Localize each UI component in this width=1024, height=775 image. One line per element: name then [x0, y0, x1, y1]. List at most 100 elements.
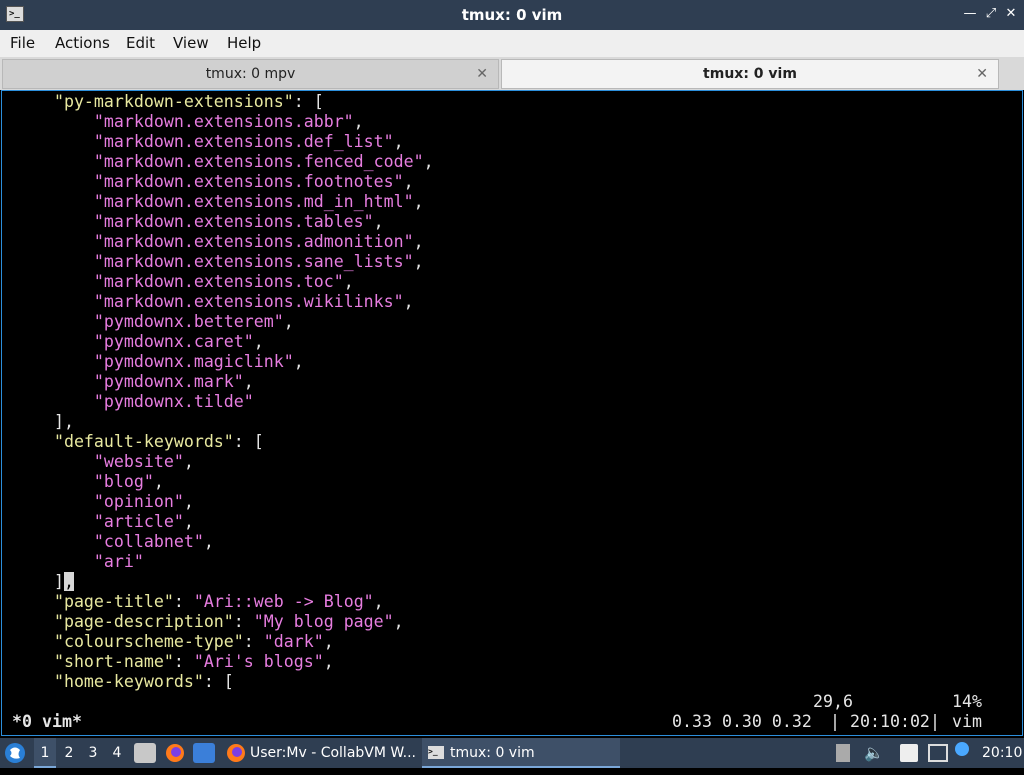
editor-line: "colourscheme-type": "dark", [14, 632, 334, 652]
tab-label: tmux: 0 mpv [205, 66, 296, 82]
editor-line: "website", [14, 452, 194, 472]
code-token: "markdown.extensions.admonition" [14, 232, 414, 251]
editor-line: "page-description": "My blog page", [14, 612, 404, 632]
editor-line: "markdown.extensions.toc", [14, 272, 354, 292]
editor-line: "page-title": "Ari::web -> Blog", [14, 592, 384, 612]
editor-line: "py-markdown-extensions": [ [14, 92, 324, 112]
tab-mpv[interactable]: tmux: 0 mpv ✕ [2, 59, 499, 89]
eject-icon[interactable] [836, 744, 850, 762]
code-token: "default-keywords" [14, 432, 234, 451]
close-icon[interactable]: ✕ [1003, 6, 1019, 22]
volume-icon[interactable]: 🔈 [864, 744, 884, 762]
workspace-3[interactable]: 3 [82, 738, 104, 768]
taskbar-window-terminal[interactable]: >_ tmux: 0 vim [422, 738, 620, 768]
editor-line: "default-keywords": [ [14, 432, 264, 452]
code-token: ] [14, 572, 64, 591]
tmux-window-indicator[interactable]: *0 vim* [12, 712, 82, 732]
code-token: : [ [203, 672, 234, 691]
code-token: "Ari's blogs" [193, 652, 324, 671]
editor-cursor: , [63, 572, 74, 591]
vim-ruler-percent: 14% [952, 692, 982, 711]
menu-view[interactable]: View [173, 30, 209, 57]
editor-line: ], [14, 412, 74, 432]
editor-line: "pymdownx.magiclink", [14, 352, 304, 372]
tmux-separator: | [830, 712, 840, 731]
tmux-time: 20:10:02 [850, 712, 930, 731]
menu-bar: File Actions Edit View Help [0, 30, 1024, 57]
code-token: , [413, 232, 424, 251]
editor-line: "markdown.extensions.wikilinks", [14, 292, 414, 312]
taskbar-clock[interactable]: 20:10 [982, 738, 1022, 768]
menu-edit[interactable]: Edit [126, 30, 155, 57]
firefox-icon[interactable] [164, 743, 186, 763]
menu-help[interactable]: Help [227, 30, 261, 57]
terminal-area[interactable]: 29,6 14% *0 vim* 0.33 0.30 0.32 | 20:10:… [1, 90, 1023, 736]
code-token: "pymdownx.caret" [14, 332, 254, 351]
code-token: , [183, 492, 194, 511]
code-token: "markdown.extensions.md_in_html" [14, 192, 414, 211]
tab-label: tmux: 0 vim [703, 66, 797, 82]
workspace-2[interactable]: 2 [58, 738, 80, 768]
code-token: "markdown.extensions.tables" [14, 212, 374, 231]
code-token: , [343, 272, 354, 291]
code-token: "collabnet" [14, 532, 204, 551]
terminal-icon: >_ [428, 746, 444, 759]
code-token: , [203, 532, 214, 551]
firefox-icon [227, 744, 245, 762]
minimize-icon[interactable]: — [962, 6, 978, 22]
editor-line: "markdown.extensions.admonition", [14, 232, 424, 252]
code-token: , [413, 252, 424, 271]
start-menu-icon[interactable] [4, 742, 26, 764]
notification-icon[interactable] [955, 742, 969, 756]
code-token: , [183, 512, 194, 531]
code-token: , [403, 292, 414, 311]
code-token: , [403, 172, 414, 191]
workspace-4[interactable]: 4 [106, 738, 128, 768]
editor-line: "home-keywords": [ [14, 672, 234, 692]
window-title: tmux: 0 vim [461, 6, 563, 24]
workspace-1[interactable]: 1 [34, 738, 56, 768]
menu-file[interactable]: File [10, 30, 35, 57]
code-token: "short-name" [14, 652, 174, 671]
file-manager-icon[interactable] [134, 743, 156, 763]
editor-line: "pymdownx.tilde" [14, 392, 254, 412]
taskbar-window-label: tmux: 0 vim [450, 745, 535, 761]
code-token: "pymdownx.tilde" [14, 392, 254, 411]
tab-close-icon[interactable]: ✕ [976, 60, 988, 88]
editor-line: ], [14, 572, 74, 592]
code-token: : [243, 632, 264, 651]
code-token: ], [14, 412, 74, 431]
code-token: "pymdownx.betterem" [14, 312, 284, 331]
desktop-icon[interactable] [193, 743, 215, 763]
code-token: : [ [293, 92, 324, 111]
code-token: : [233, 612, 254, 631]
maximize-icon[interactable]: ⤢ [983, 6, 999, 22]
code-token: "article" [14, 512, 184, 531]
taskbar: 1 2 3 4 User:Mv - CollabVM W... >_ tmux:… [0, 738, 1024, 768]
editor-line: "pymdownx.caret", [14, 332, 264, 352]
code-token: "page-description" [14, 612, 234, 631]
code-token: "markdown.extensions.toc" [14, 272, 344, 291]
tab-close-icon[interactable]: ✕ [476, 60, 488, 88]
tmux-app-name: vim [952, 712, 982, 731]
code-token: , [183, 452, 194, 471]
code-token: , [353, 112, 364, 131]
code-token: , [393, 132, 404, 151]
editor-line: "markdown.extensions.sane_lists", [14, 252, 424, 272]
code-token: , [323, 632, 334, 651]
code-token: , [373, 212, 384, 231]
code-token: , [153, 472, 164, 491]
menu-actions[interactable]: Actions [55, 30, 110, 57]
code-token: "pymdownx.mark" [14, 372, 244, 391]
code-token: "markdown.extensions.def_list" [14, 132, 394, 151]
taskbar-window-firefox[interactable]: User:Mv - CollabVM W... [222, 738, 420, 768]
tab-vim[interactable]: tmux: 0 vim ✕ [501, 59, 999, 89]
code-token: "markdown.extensions.fenced_code" [14, 152, 424, 171]
editor-line: "markdown.extensions.def_list", [14, 132, 404, 152]
code-token: "Ari::web -> Blog" [193, 592, 374, 611]
editor-line: "markdown.extensions.tables", [14, 212, 384, 232]
network-icon[interactable] [928, 744, 948, 762]
clipboard-icon[interactable] [900, 744, 918, 762]
code-token: , [293, 352, 304, 371]
editor-line: "ari" [14, 552, 144, 572]
